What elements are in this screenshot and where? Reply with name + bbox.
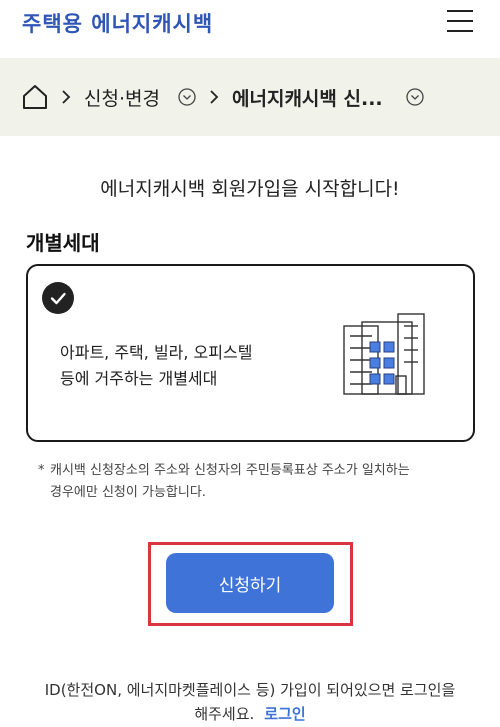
chevron-right-icon <box>208 58 220 136</box>
login-prompt-line1: ID(한전ON, 에너지마켓플레이스 등) 가입이 되어있으면 로그인을 <box>44 681 456 699</box>
breadcrumb-item-current[interactable]: 에너지캐시백 신... <box>232 58 383 136</box>
login-prompt-line2: 해주세요. <box>194 705 255 723</box>
chevron-right-icon <box>60 58 72 136</box>
home-icon[interactable] <box>22 58 48 136</box>
hamburger-menu-icon[interactable] <box>447 10 473 32</box>
chevron-down-circle-icon[interactable] <box>178 58 196 136</box>
individual-household-option-card[interactable]: 아파트, 주택, 빌라, 오피스텔 등에 거주하는 개별세대 <box>26 264 475 442</box>
check-circle-icon <box>42 282 74 314</box>
notice-line1: 캐시백 신청장소의 주소와 신청자의 주민등록표상 주소가 일치하는 <box>50 463 410 478</box>
header: 주택용 에너지캐시백 <box>0 0 500 52</box>
apply-button[interactable]: 신청하기 <box>166 553 334 613</box>
card-description-line2: 등에 거주하는 개별세대 <box>60 369 218 388</box>
chevron-down-circle-icon[interactable] <box>406 58 424 136</box>
page-title: 에너지캐시백 회원가입을 시작합니다! <box>100 178 400 200</box>
breadcrumb: 신청·변경 에너지캐시백 신... <box>0 58 500 136</box>
breadcrumb-item-apply-change[interactable]: 신청·변경 <box>84 58 160 136</box>
card-description-line1: 아파트, 주택, 빌라, 오피스텔 <box>60 343 253 362</box>
notice-line2: 경우에만 신청이 가능합니다. <box>50 485 206 500</box>
notice-asterisk: * <box>38 463 45 478</box>
apartment-building-icon <box>340 312 430 400</box>
section-label: 개별세대 <box>26 231 100 255</box>
card-description: 아파트, 주택, 빌라, 오피스텔 등에 거주하는 개별세대 <box>60 340 252 392</box>
login-link[interactable]: 로그인 <box>264 705 305 723</box>
site-logo[interactable]: 주택용 에너지캐시백 <box>22 8 213 38</box>
login-prompt: ID(한전ON, 에너지마켓플레이스 등) 가입이 되어있으면 로그인을 해주세… <box>0 678 500 726</box>
eligibility-notice: * 캐시백 신청장소의 주소와 신청자의 주민등록표상 주소가 일치하는 경우에… <box>38 460 410 504</box>
